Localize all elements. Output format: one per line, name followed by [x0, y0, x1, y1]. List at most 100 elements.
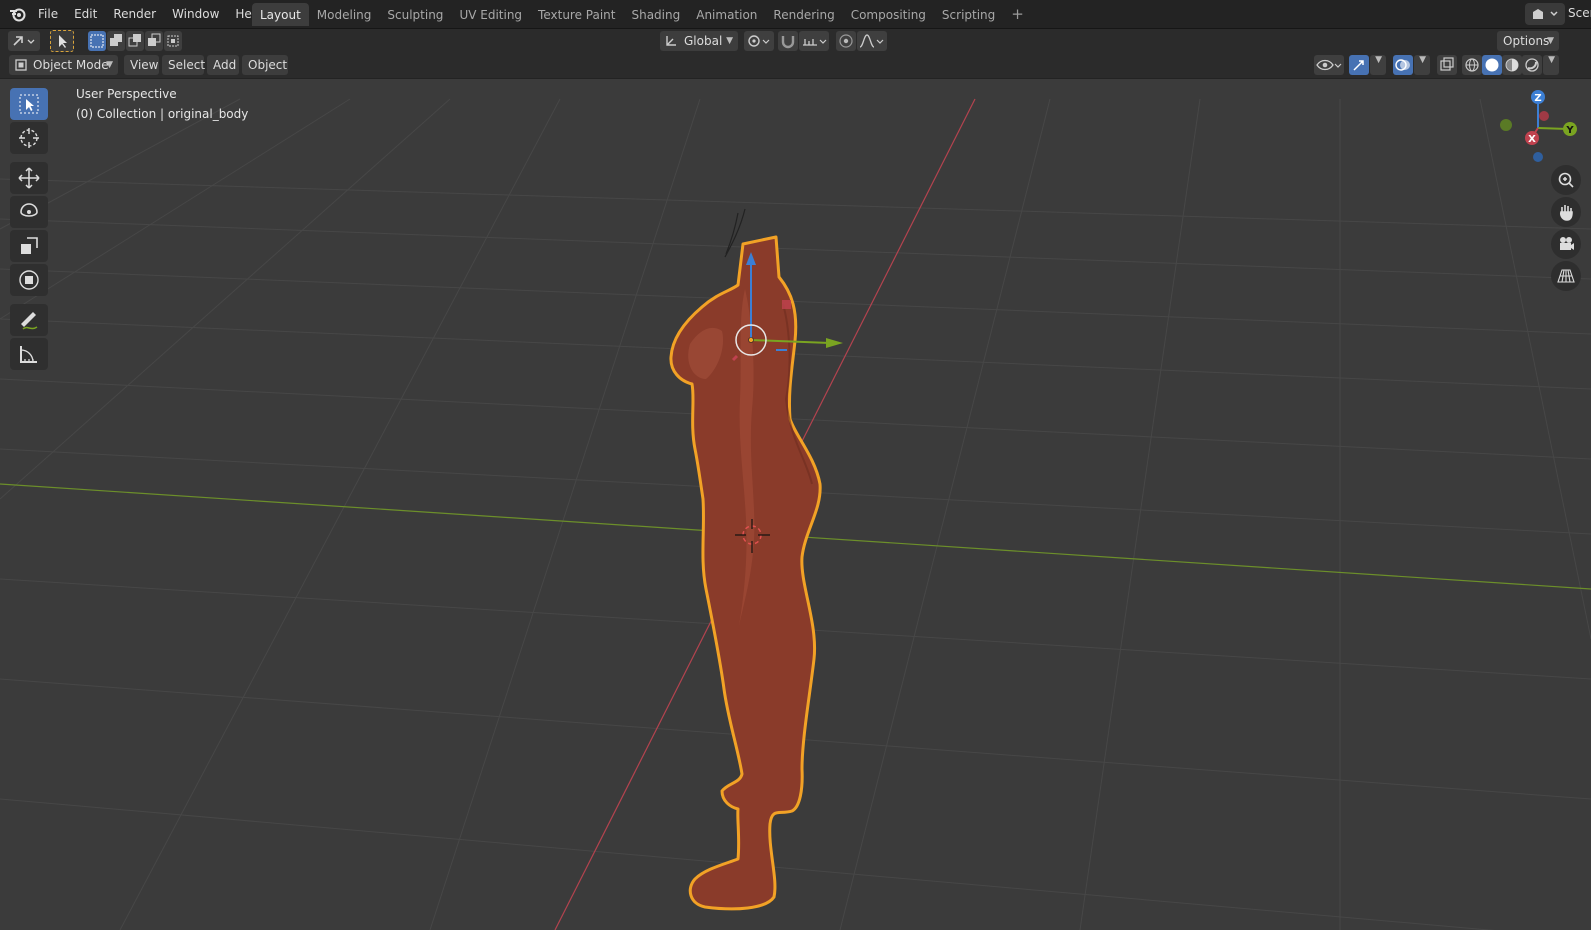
model-original-body[interactable] — [669, 235, 822, 911]
nav-y-label: Y — [1565, 125, 1574, 136]
magnet-icon — [781, 36, 795, 49]
camera-view-button[interactable] — [1551, 229, 1581, 259]
camera-icon — [1560, 237, 1574, 250]
tab-rendering[interactable]: Rendering — [765, 3, 842, 26]
shading-material-button[interactable] — [1502, 55, 1522, 75]
blender-logo-icon[interactable] — [8, 5, 28, 23]
tool-settings-bar: Global ▼ Options ▼ — [0, 29, 1591, 53]
chevron-down-icon: ▼ — [1419, 55, 1426, 65]
tab-texture-paint[interactable]: Texture Paint — [530, 3, 623, 26]
viewport-header: Object Mode ▼ View Select Add Object ▼ ▼… — [0, 53, 1591, 79]
measure-ruler-icon — [20, 346, 37, 363]
tab-compositing[interactable]: Compositing — [843, 3, 934, 26]
viewport-grid: Z Y X — [0, 90, 1591, 930]
3d-viewport[interactable]: Z Y X User Perspective (0) Collection | … — [0, 79, 1591, 930]
rotate-icon — [20, 203, 38, 217]
zoom-button[interactable] — [1551, 165, 1581, 195]
select-invert-icon — [148, 33, 161, 46]
mode-dropdown[interactable]: Object Mode ▼ — [9, 55, 118, 75]
mode-value: Object Mode — [33, 58, 109, 72]
transform-orientation-dropdown[interactable]: Global ▼ — [660, 31, 738, 51]
transform-tool[interactable] — [10, 264, 48, 296]
select-subtract-icon — [128, 34, 141, 47]
main-menu: File Edit Render Window Help — [30, 0, 271, 28]
chevron-down-icon: ▼ — [106, 60, 113, 70]
nav-x-label: X — [1528, 134, 1536, 145]
select-box-tool[interactable] — [10, 88, 48, 120]
object-menu[interactable]: Object — [242, 55, 288, 75]
y-axis-arrow[interactable] — [826, 338, 843, 348]
editor-type-icon — [13, 36, 35, 46]
scale-icon — [21, 237, 38, 254]
gizmo-toggle-button[interactable] — [1349, 55, 1369, 75]
editor-type-button[interactable] — [8, 31, 40, 51]
options-dropdown[interactable]: Options ▼ — [1497, 31, 1559, 51]
overlays-icon — [1395, 59, 1410, 71]
x-axis-handle[interactable] — [782, 300, 791, 309]
snap-target-dropdown[interactable] — [799, 31, 829, 51]
snap-toggle-button[interactable] — [778, 31, 798, 51]
pivot-point-icon — [748, 35, 770, 47]
hand-icon — [1560, 205, 1573, 221]
shading-solid-button[interactable] — [1482, 55, 1502, 75]
overlays-dropdown[interactable]: ▼ — [1414, 55, 1430, 75]
material-sphere-icon — [1505, 58, 1519, 72]
chevron-down-icon: ▼ — [1375, 55, 1382, 65]
active-tool-button[interactable] — [50, 30, 74, 52]
tab-sculpting[interactable]: Sculpting — [379, 3, 451, 26]
eye-icon — [1316, 59, 1342, 71]
shading-wireframe-button[interactable] — [1462, 55, 1482, 75]
add-workspace-button[interactable]: + — [1003, 3, 1032, 26]
xray-toggle-button[interactable] — [1437, 55, 1457, 75]
perspective-toggle-button[interactable] — [1551, 261, 1581, 291]
cursor-tool-icon — [19, 128, 39, 148]
falloff-dropdown[interactable] — [857, 31, 887, 51]
measure-tool[interactable] — [10, 338, 48, 370]
shading-rendered-button[interactable] — [1522, 55, 1542, 75]
scene-selector-button[interactable] — [1525, 3, 1565, 25]
tab-modeling[interactable]: Modeling — [309, 3, 380, 26]
shading-dropdown[interactable]: ▼ — [1543, 55, 1559, 75]
view-menu[interactable]: View — [124, 55, 159, 75]
select-menu[interactable]: Select — [162, 55, 205, 75]
menu-window[interactable]: Window — [164, 7, 227, 21]
menu-edit[interactable]: Edit — [66, 7, 105, 21]
add-menu[interactable]: Add — [207, 55, 239, 75]
cursor-tool[interactable] — [10, 122, 48, 154]
chevron-down-icon: ▼ — [1547, 36, 1554, 46]
scene-name[interactable]: Scene — [1568, 6, 1591, 20]
tab-uv-editing[interactable]: UV Editing — [451, 3, 530, 26]
scene-icon — [1533, 9, 1558, 19]
rotate-tool[interactable] — [10, 196, 48, 228]
move-tool[interactable] — [10, 162, 48, 194]
overlays-toggle-button[interactable] — [1393, 55, 1413, 75]
tab-shading[interactable]: Shading — [623, 3, 688, 26]
gizmo-dropdown[interactable]: ▼ — [1370, 55, 1386, 75]
collection-info-label: (0) Collection | original_body — [76, 107, 249, 121]
select-mode-intersect-button[interactable] — [164, 31, 182, 51]
pan-button[interactable] — [1551, 197, 1581, 227]
snap-increment-icon — [803, 39, 827, 46]
proportional-edit-button[interactable] — [836, 31, 856, 51]
select-mode-subtract-button[interactable] — [126, 31, 144, 51]
xray-icon — [1440, 57, 1454, 71]
select-mode-invert-button[interactable] — [145, 31, 163, 51]
pivot-point-dropdown[interactable] — [744, 31, 774, 51]
orientation-icon — [666, 36, 676, 46]
tab-scripting[interactable]: Scripting — [934, 3, 1003, 26]
menu-file[interactable]: File — [30, 7, 66, 21]
annotate-pencil-icon — [21, 312, 38, 330]
menu-render[interactable]: Render — [105, 7, 164, 21]
select-box-icon — [19, 94, 39, 114]
object-menu-label: Object — [248, 58, 288, 72]
proportional-edit-icon — [839, 34, 853, 48]
select-mode-new-button[interactable] — [88, 31, 106, 51]
select-mode-extend-button[interactable] — [107, 31, 125, 51]
select-new-icon — [90, 34, 104, 48]
chevron-down-icon: ▼ — [726, 36, 733, 46]
annotate-tool[interactable] — [10, 304, 48, 336]
tab-animation[interactable]: Animation — [688, 3, 765, 26]
scale-tool[interactable] — [10, 230, 48, 262]
tab-layout[interactable]: Layout — [252, 3, 309, 26]
visibility-dropdown[interactable] — [1314, 55, 1344, 75]
